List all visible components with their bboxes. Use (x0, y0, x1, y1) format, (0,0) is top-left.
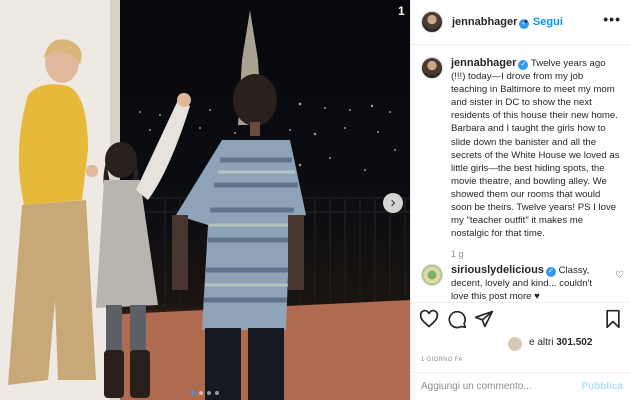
post-side-panel: jennabhager ✓ • Segui ••• jennabhager ✓ Tw… (410, 0, 630, 400)
author-avatar[interactable] (421, 11, 443, 33)
commenter-avatar[interactable] (421, 264, 443, 286)
liker-avatar[interactable] (507, 336, 523, 352)
carousel-dot (199, 391, 203, 395)
caption-text: jennabhager ✓ Twelve years ago (!!!) toda… (451, 57, 620, 240)
caption-avatar[interactable] (421, 57, 443, 79)
share-paper-plane-icon[interactable] (474, 309, 494, 329)
comment-input[interactable]: Aggiungi un commento... (421, 381, 532, 392)
like-heart-icon[interactable] (419, 309, 439, 329)
post-actions: e altri 301.502 1 GIORNO FA (411, 302, 630, 372)
follow-button[interactable]: Segui (533, 16, 563, 28)
add-comment-bar: Aggiungi un commento... Pubblica (411, 372, 630, 400)
caption-username[interactable]: jennabhager (451, 57, 516, 69)
post-photo[interactable]: 1 › (0, 0, 410, 400)
verified-badge-icon: ✓ (545, 267, 556, 277)
photo-scene (0, 0, 410, 400)
post-caption: jennabhager ✓ Twelve years ago (!!!) toda… (421, 57, 621, 259)
publish-button[interactable]: Pubblica (581, 381, 623, 392)
post-header: jennabhager ✓ • Segui ••• (411, 0, 630, 45)
carousel-dots (0, 391, 410, 395)
carousel-dot (215, 391, 219, 395)
chevron-right-icon[interactable]: › (383, 193, 403, 213)
comment-like-icon[interactable]: ♡ (615, 270, 624, 281)
post-date[interactable]: 1 GIORNO FA (421, 357, 463, 363)
more-options-icon[interactable]: ••• (603, 11, 621, 27)
commenter-username[interactable]: siriouslydelicious (451, 264, 544, 276)
comment-text: siriouslydelicious ✓ Classy, decent, love… (451, 264, 593, 303)
carousel-dot (207, 391, 211, 395)
author-username[interactable]: jennabhager ✓ (452, 16, 530, 29)
likes-count[interactable]: e altri 301.502 (529, 337, 592, 348)
caption-timestamp[interactable]: 1 g (451, 249, 621, 259)
bookmark-icon[interactable] (603, 309, 623, 329)
carousel-dot (191, 391, 195, 395)
photo-counter: 1 (398, 4, 405, 18)
comment-item: siriouslydelicious ✓ Classy, decent, love… (421, 264, 626, 303)
follow-link[interactable]: • Segui (524, 16, 563, 28)
verified-badge-icon: ✓ (518, 60, 529, 70)
comment-bubble-icon[interactable] (447, 309, 467, 329)
